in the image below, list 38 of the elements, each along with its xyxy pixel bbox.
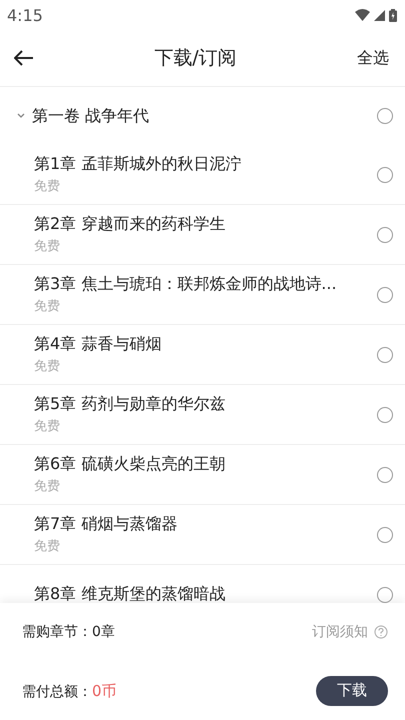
back-arrow-icon [14, 50, 34, 66]
chapter-price: 免费 [34, 418, 61, 435]
download-button[interactable]: 下载 [316, 676, 388, 706]
status-time: 4:15 [7, 6, 43, 24]
total-amount: 需付总额：0币 [22, 680, 117, 701]
chapter-title[interactable]: 第7章 硝烟与蒸馏器 [34, 514, 377, 535]
chevron-icon[interactable] [16, 112, 26, 120]
volume-title[interactable]: 第一卷 战争年代 [32, 106, 377, 126]
chapter-price: 免费 [34, 178, 61, 195]
radio-button[interactable] [377, 406, 393, 422]
chapters-count: 需购章节：0章 [22, 623, 115, 642]
chapter-price: 免费 [34, 238, 61, 255]
chapter-price: 免费 [34, 478, 61, 495]
battery-icon [389, 8, 397, 22]
radio-button[interactable] [377, 466, 393, 482]
chapter-title[interactable]: 第3章 焦土与琥珀：联邦炼金师的战地诗... [34, 274, 377, 295]
chapter-price: 免费 [34, 538, 61, 555]
chapter-price: 免费 [34, 298, 61, 315]
radio-button[interactable] [377, 166, 393, 182]
radio-button[interactable] [377, 108, 393, 124]
radio-button[interactable] [377, 346, 393, 362]
radio-button[interactable] [377, 286, 393, 302]
chapter-title[interactable]: 第5章 药剂与勋章的华尔兹 [34, 394, 377, 415]
help-icon [374, 625, 388, 640]
signal-icon [374, 10, 385, 20]
wifi-icon [355, 9, 370, 21]
back-button[interactable] [14, 50, 34, 66]
page-title: 下载/订阅 [154, 46, 237, 71]
chapter-title[interactable]: 第8章 维克斯堡的蒸馏暗战 [34, 584, 377, 603]
radio-button[interactable] [377, 226, 393, 242]
chapter-title[interactable]: 第4章 蒜香与硝烟 [34, 334, 377, 355]
select-all-button[interactable]: 全选 [357, 48, 389, 68]
chapter-title[interactable]: 第1章 孟菲斯城外的秋日泥泞 [34, 154, 377, 175]
radio-button[interactable] [377, 526, 393, 542]
radio-button[interactable] [377, 586, 393, 602]
chapter-title[interactable]: 第6章 硫磺火柴点亮的王朝 [34, 454, 377, 475]
chapter-price: 免费 [34, 358, 61, 375]
chapter-title[interactable]: 第2章 穿越而来的药科学生 [34, 214, 377, 235]
